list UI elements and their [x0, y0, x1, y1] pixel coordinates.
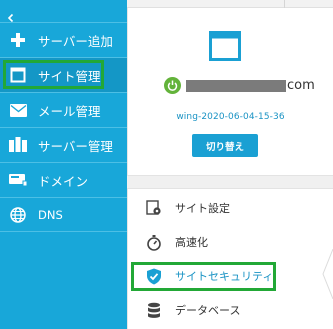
sidebar-item-domain[interactable]: ドメイン	[0, 162, 127, 197]
masked-domain-name	[186, 80, 286, 92]
menu-item-label: データベース	[175, 304, 241, 317]
sidebar-item-dns[interactable]: DNS	[0, 197, 127, 232]
sidebar-item-label: ドメイン	[38, 173, 89, 189]
site-menu: サイト設定 高速化 サイトセキュリティ データベース	[127, 189, 333, 329]
sidebar-item-mail-management[interactable]: メール管理	[0, 92, 127, 127]
sidebar-item-add-server[interactable]: サーバー追加	[0, 22, 127, 57]
menu-item-site-settings[interactable]: サイト設定	[128, 193, 318, 223]
plus-icon	[8, 31, 28, 49]
sidebar-nav: サーバー追加 サイト管理 メール管理 サーバー管理 ドメイン DNS	[0, 0, 127, 329]
sidebar-item-server-management[interactable]: サーバー管理	[0, 127, 127, 162]
highlight-box-site-security	[131, 262, 276, 291]
callout-pointer-icon	[321, 248, 333, 303]
menu-item-speedup[interactable]: 高速化	[128, 227, 318, 257]
top-strip	[127, 0, 333, 8]
menu-item-label: サイト設定	[175, 202, 230, 215]
sidebar-item-label: サーバー追加	[38, 33, 113, 49]
sidebar-item-label: DNS	[38, 207, 63, 222]
power-icon	[164, 77, 181, 94]
menu-item-database[interactable]: データベース	[128, 295, 318, 325]
site-info-panel: com wing-2020-06-04-15-36 切り替え	[127, 8, 333, 175]
chevron-left-icon[interactable]	[6, 8, 16, 23]
gear-page-icon	[145, 199, 163, 217]
server-icon	[8, 136, 28, 154]
globe-icon	[8, 206, 28, 224]
stopwatch-icon	[145, 233, 163, 251]
menu-item-label: 高速化	[175, 236, 208, 249]
section-gap	[127, 175, 333, 189]
database-icon	[145, 301, 163, 319]
domain-card-icon	[8, 171, 28, 189]
envelope-icon	[8, 101, 28, 119]
browser-window-icon	[209, 31, 241, 65]
switch-site-button[interactable]: 切り替え	[192, 134, 258, 157]
highlight-box-site-management	[3, 60, 104, 89]
domain-suffix: com	[287, 78, 315, 93]
site-id: wing-2020-06-04-15-36	[176, 112, 285, 122]
sidebar-item-label: メール管理	[38, 103, 101, 119]
sidebar-item-label: サーバー管理	[38, 138, 113, 154]
